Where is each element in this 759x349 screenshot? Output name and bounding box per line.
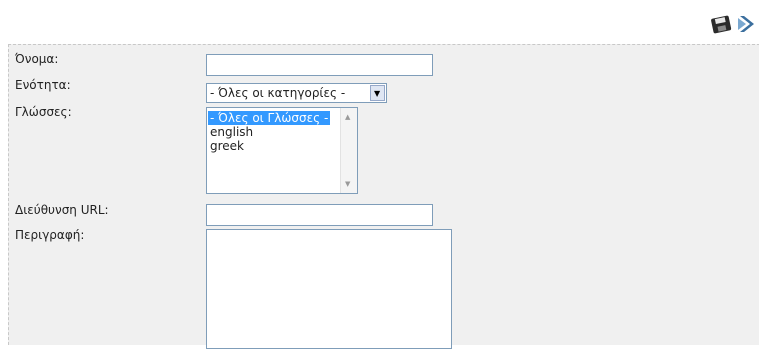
name-input[interactable] (206, 54, 433, 76)
url-label: Διεύθυνση URL: (15, 203, 109, 217)
language-option[interactable]: english (208, 125, 255, 139)
section-select-value: - Όλες οι κατηγορίες - (210, 86, 346, 100)
section-label: Ενότητα: (15, 78, 71, 92)
languages-listbox[interactable]: - Όλες οι Γλώσσες - english greek ▲ ▼ (206, 107, 358, 194)
listbox-scrollbar[interactable]: ▲ ▼ (340, 108, 357, 193)
description-textarea[interactable] (206, 229, 452, 349)
language-option[interactable]: - Όλες οι Γλώσσες - (208, 111, 331, 125)
scroll-down-icon[interactable]: ▼ (345, 180, 350, 188)
section-select[interactable]: - Όλες οι κατηγορίες - ▼ (206, 83, 387, 103)
url-input[interactable] (206, 204, 433, 226)
languages-label: Γλώσσες: (15, 105, 72, 119)
toolbar (0, 0, 759, 44)
next-arrow-icon[interactable] (736, 12, 759, 36)
description-label: Περιγραφή: (15, 228, 85, 242)
scroll-up-icon[interactable]: ▲ (345, 113, 350, 121)
save-icon[interactable] (709, 12, 735, 36)
name-label: Όνομα: (15, 52, 59, 66)
link-form: Όνομα: Ενότητα: - Όλες οι κατηγορίες - ▼… (8, 44, 759, 349)
dropdown-arrow-icon[interactable]: ▼ (370, 85, 385, 101)
language-option[interactable]: greek (208, 139, 246, 153)
